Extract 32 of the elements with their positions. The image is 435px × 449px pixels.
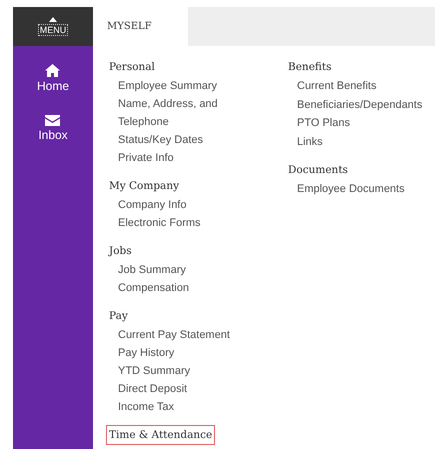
menu-link[interactable]: Current Pay Statement — [118, 326, 230, 344]
menu-link[interactable]: Private Info — [118, 149, 174, 167]
menu-link[interactable]: Name, Address, and Telephone — [118, 95, 230, 131]
section-heading: Documents — [287, 163, 349, 178]
envelope-icon — [45, 115, 60, 126]
menu-link[interactable]: Electronic Forms — [118, 214, 201, 232]
section-heading: My Company — [108, 179, 180, 194]
caret-icon — [49, 17, 57, 22]
menu-link[interactable]: Status/Key Dates — [118, 131, 203, 149]
nav-item[interactable]: Inbox — [34, 113, 72, 144]
menu-link[interactable]: Links — [297, 132, 323, 151]
menu-link[interactable]: Current Benefits — [297, 77, 376, 96]
section-heading: Jobs — [107, 244, 133, 259]
nav-item[interactable]: Home — [32, 62, 73, 95]
menu-link[interactable]: Income Tax — [118, 398, 174, 416]
section-heading: Time & Attendance — [106, 425, 216, 445]
menu-link[interactable]: Compensation — [118, 279, 189, 297]
menu-link[interactable]: Direct Deposit — [118, 380, 188, 398]
menu-button[interactable]: MENU — [13, 7, 93, 46]
section-heading: Pay — [108, 309, 129, 324]
section-heading: Personal — [108, 60, 156, 75]
menu-link[interactable]: Beneficiaries/Dependants — [297, 96, 422, 114]
menu-link[interactable]: Company Info — [118, 196, 186, 214]
menu-link[interactable]: Job Summary — [118, 261, 186, 279]
menu-link[interactable]: Employee Documents — [297, 180, 405, 198]
section-heading: Benefits — [287, 60, 333, 75]
menu-link[interactable]: PTO Plans — [297, 114, 350, 132]
menu-link[interactable]: Pay History — [118, 344, 174, 362]
home-icon — [45, 64, 60, 77]
tab[interactable]: MYSELF — [93, 7, 188, 46]
menu-link[interactable]: Employee Summary — [118, 77, 218, 95]
menu-link[interactable]: YTD Summary — [118, 362, 190, 380]
